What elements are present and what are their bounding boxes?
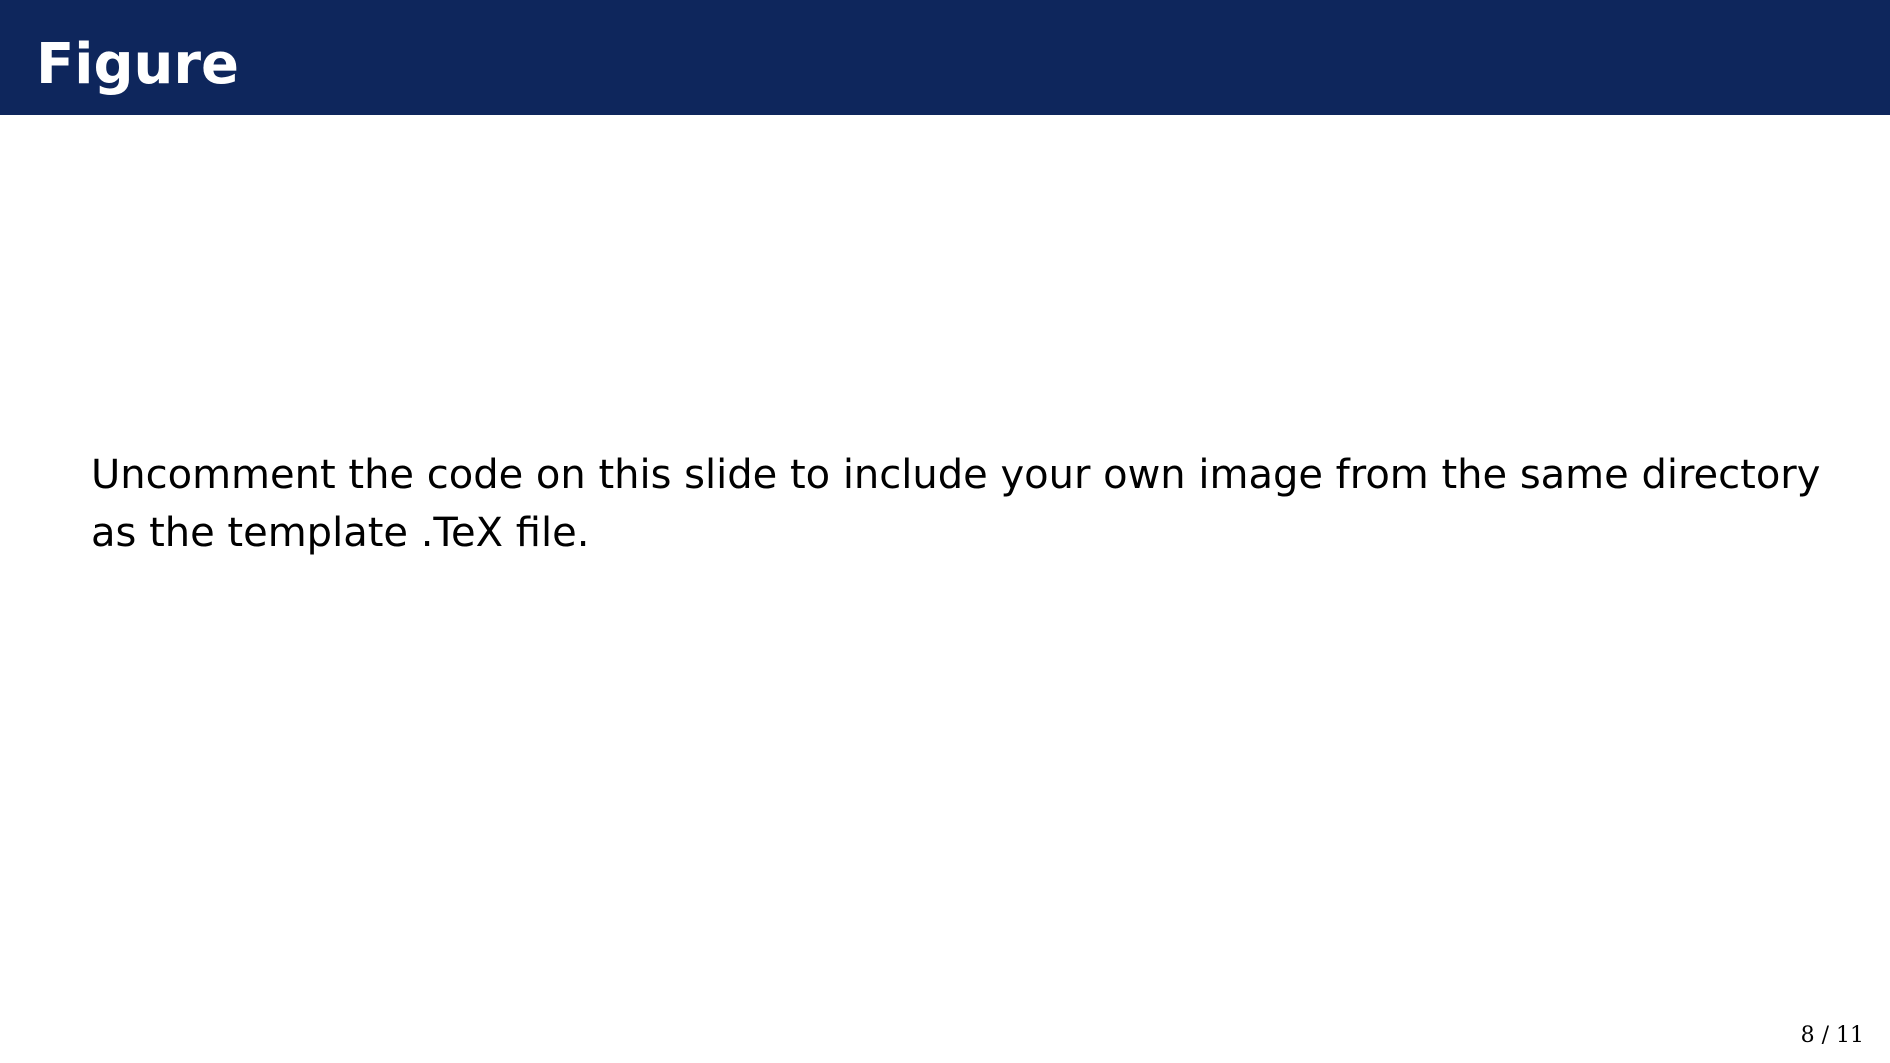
presentation-slide: Figure Uncomment the code on this slide … <box>0 0 1890 1063</box>
slide-page-number: 8 / 11 <box>1800 1023 1864 1048</box>
slide-title: Figure <box>36 32 239 97</box>
slide-body-text: Uncomment the code on this slide to incl… <box>91 452 1821 556</box>
slide-title-bar: Figure <box>0 0 1890 115</box>
